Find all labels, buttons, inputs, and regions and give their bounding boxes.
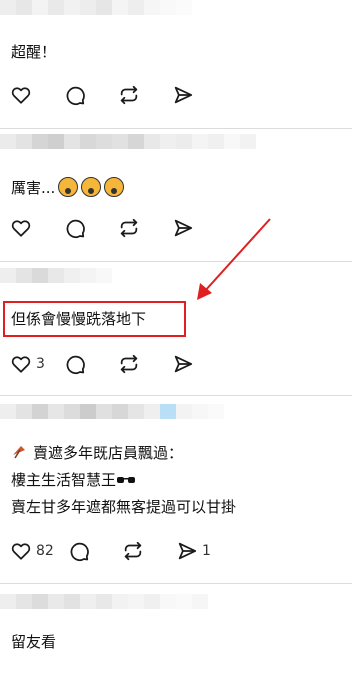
post-text: 厲害... bbox=[11, 177, 125, 199]
repost-button[interactable] bbox=[118, 216, 172, 240]
repost-button[interactable] bbox=[118, 83, 172, 107]
share-button[interactable]: 1 bbox=[176, 539, 230, 563]
blurred-username bbox=[0, 594, 208, 624]
comment-icon bbox=[66, 219, 85, 239]
comment-button[interactable] bbox=[68, 539, 122, 563]
share-button[interactable] bbox=[172, 216, 226, 240]
send-icon bbox=[174, 355, 193, 373]
repost-icon bbox=[124, 541, 142, 561]
blurred-username bbox=[0, 268, 112, 298]
shocked-face-emoji bbox=[81, 177, 102, 197]
like-count: 3 bbox=[36, 356, 45, 372]
like-button[interactable] bbox=[10, 216, 64, 240]
share-button[interactable] bbox=[172, 352, 226, 376]
post-text: 留友看 bbox=[11, 633, 57, 651]
blurred-username bbox=[0, 404, 224, 434]
repost-icon bbox=[120, 218, 138, 238]
heart-icon bbox=[11, 87, 31, 104]
post-text: 但係會慢慢跣落地下 bbox=[11, 310, 147, 328]
like-button[interactable]: 3 bbox=[10, 352, 64, 376]
heart-icon bbox=[11, 220, 31, 237]
comment-icon bbox=[70, 542, 89, 562]
shocked-face-emoji bbox=[58, 177, 79, 197]
like-count: 82 bbox=[36, 543, 54, 559]
repost-button[interactable] bbox=[122, 539, 176, 563]
send-icon bbox=[174, 86, 193, 104]
comment-icon bbox=[66, 355, 85, 375]
post-actions: 3 bbox=[10, 352, 226, 376]
like-button[interactable]: 82 bbox=[10, 539, 68, 563]
heart-icon bbox=[11, 356, 31, 373]
comment-button[interactable] bbox=[64, 216, 118, 240]
post-text: 超醒！ bbox=[11, 43, 57, 61]
shocked-face-emoji bbox=[104, 177, 125, 197]
post-text-label: 厲害... bbox=[11, 179, 56, 197]
share-count: 1 bbox=[202, 543, 211, 559]
divider bbox=[0, 261, 352, 262]
repost-button[interactable] bbox=[118, 352, 172, 376]
divider bbox=[0, 395, 352, 396]
post-actions bbox=[10, 83, 226, 107]
post-actions: 82 1 bbox=[10, 539, 230, 563]
send-icon bbox=[174, 219, 193, 237]
repost-icon bbox=[120, 354, 138, 374]
repost-icon bbox=[120, 85, 138, 105]
comment-icon bbox=[66, 86, 85, 106]
post-text-label: 樓主生活智慧王 bbox=[11, 471, 117, 489]
post-text-line: 賣遮多年既店員飄過： bbox=[11, 442, 183, 464]
post-text-line: 樓主生活智慧王 bbox=[11, 469, 136, 491]
post-actions bbox=[10, 216, 226, 240]
blurred-username bbox=[0, 134, 256, 164]
post-text-label: 賣遮多年既店員飄過： bbox=[33, 444, 184, 462]
send-icon bbox=[178, 542, 197, 560]
comment-button[interactable] bbox=[64, 352, 118, 376]
sunglasses-emoji bbox=[117, 477, 136, 483]
blurred-username bbox=[0, 0, 192, 30]
like-button[interactable] bbox=[10, 83, 64, 107]
heart-icon bbox=[11, 543, 31, 560]
divider bbox=[0, 128, 352, 129]
share-button[interactable] bbox=[172, 83, 226, 107]
divider bbox=[0, 583, 352, 584]
umbrella-emoji bbox=[13, 446, 25, 459]
post-text-line: 賣左甘多年遮都無客提過可以甘掛 bbox=[11, 498, 237, 516]
comment-button[interactable] bbox=[64, 83, 118, 107]
